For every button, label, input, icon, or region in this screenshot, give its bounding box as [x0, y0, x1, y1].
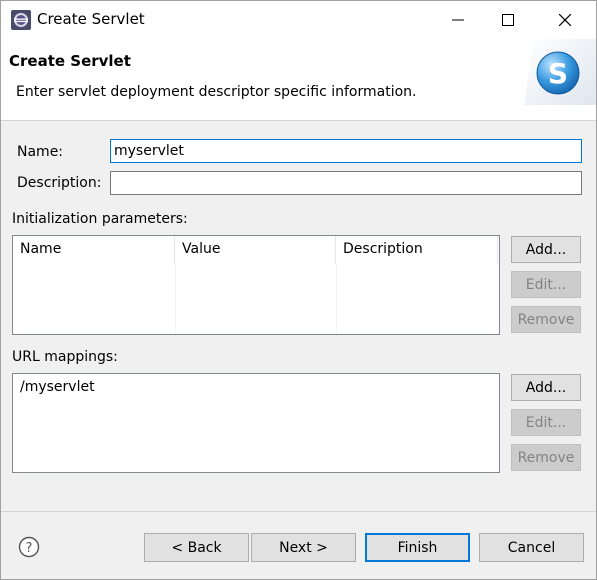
eclipse-icon — [11, 10, 31, 30]
init-params-table[interactable]: Name Value Description — [12, 235, 500, 335]
url-mappings-list[interactable]: /myservlet — [12, 373, 500, 473]
svg-text:?: ? — [26, 541, 33, 556]
page-description: Enter servlet deployment descriptor spec… — [16, 84, 417, 100]
minimize-icon — [452, 19, 464, 21]
create-servlet-dialog: Create Servlet Create Servlet Enter serv… — [0, 0, 597, 580]
column-header-value[interactable]: Value — [175, 236, 336, 264]
close-icon — [559, 14, 571, 26]
logo-letter: S — [548, 57, 568, 90]
description-field[interactable] — [110, 171, 582, 195]
footer-separator — [1, 511, 596, 512]
init-params-remove-button[interactable]: Remove — [511, 306, 581, 333]
help-question-icon[interactable]: ? — [18, 536, 40, 558]
servlet-s-logo-icon: S — [524, 39, 596, 105]
description-label: Description: — [17, 175, 102, 191]
next-button[interactable]: Next > — [251, 533, 356, 562]
minimize-button[interactable] — [435, 1, 481, 39]
url-mappings-remove-button[interactable]: Remove — [511, 444, 581, 471]
url-mappings-add-button[interactable]: Add... — [511, 374, 581, 401]
maximize-icon — [502, 14, 514, 26]
init-params-label: Initialization parameters: — [12, 211, 188, 227]
url-mappings-edit-button[interactable]: Edit... — [511, 409, 581, 436]
wizard-banner: Create Servlet Enter servlet deployment … — [1, 39, 596, 121]
name-field[interactable] — [110, 139, 582, 163]
back-button[interactable]: < Back — [144, 533, 249, 562]
window-title: Create Servlet — [37, 10, 145, 28]
cancel-button[interactable]: Cancel — [479, 533, 584, 562]
column-divider — [336, 264, 337, 334]
url-mappings-label: URL mappings: — [12, 349, 118, 365]
maximize-button[interactable] — [485, 1, 531, 39]
close-button[interactable] — [542, 1, 588, 39]
name-label: Name: — [17, 144, 64, 160]
page-title: Create Servlet — [9, 52, 131, 70]
column-divider — [175, 264, 176, 334]
init-params-add-button[interactable]: Add... — [511, 236, 581, 263]
init-params-edit-button[interactable]: Edit... — [511, 271, 581, 298]
title-bar: Create Servlet — [1, 1, 596, 39]
list-item[interactable]: /myservlet — [20, 379, 95, 395]
finish-button[interactable]: Finish — [365, 533, 470, 562]
column-header-name[interactable]: Name — [13, 236, 175, 264]
column-header-description[interactable]: Description — [336, 236, 498, 264]
